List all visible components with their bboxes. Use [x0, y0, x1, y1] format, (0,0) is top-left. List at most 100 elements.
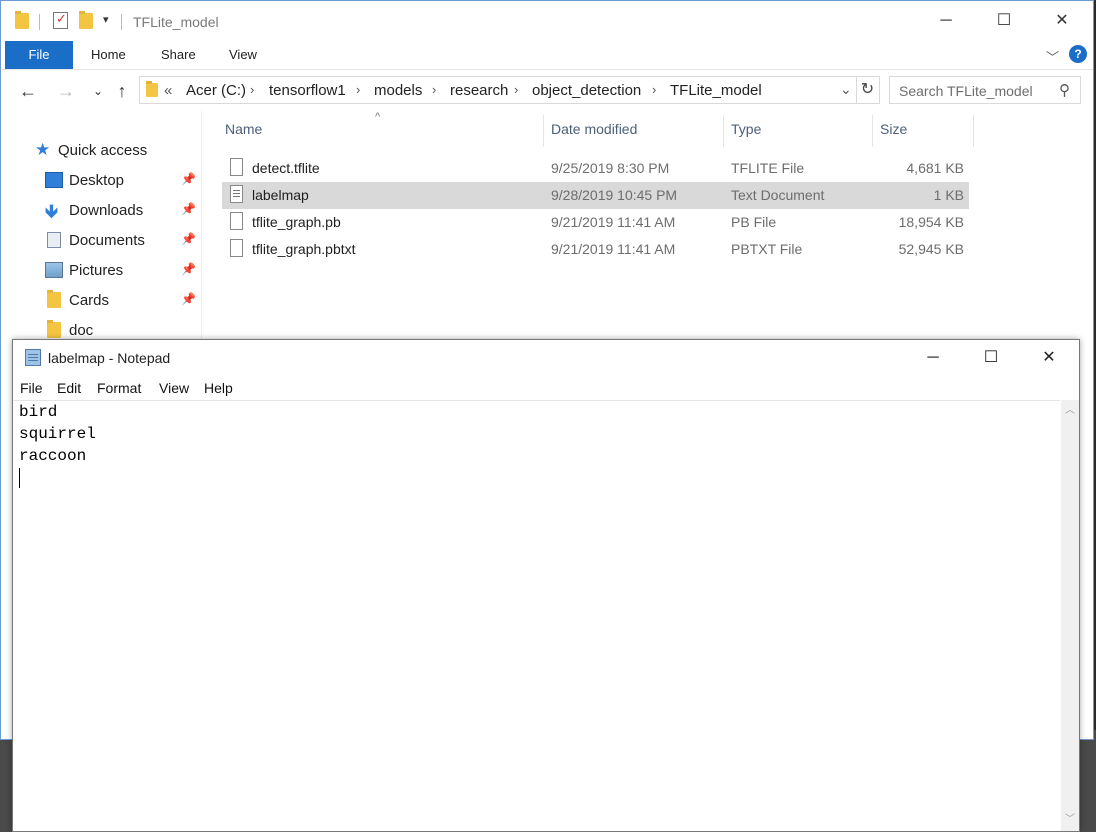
- nav-item-label: Downloads: [69, 202, 144, 219]
- file-size: 1 KB: [933, 187, 964, 203]
- nav-item-cards[interactable]: Cards 📌: [1, 286, 201, 314]
- nav-item-quick-access[interactable]: ★ Quick access: [1, 136, 201, 164]
- file-date: 9/21/2019 11:41 AM: [551, 214, 676, 230]
- file-name: tflite_graph.pb: [252, 214, 341, 230]
- file-size: 4,681 KB: [906, 160, 964, 176]
- file-row[interactable]: tflite_graph.pbtxt 9/21/2019 11:41 AM PB…: [222, 236, 969, 263]
- notepad-title: labelmap - Notepad: [48, 350, 171, 366]
- file-type: PBTXT File: [731, 241, 803, 257]
- file-size: 52,945 KB: [898, 241, 964, 257]
- maximize-button[interactable]: ☐: [962, 340, 1020, 376]
- pin-icon[interactable]: 📌: [181, 172, 196, 186]
- breadcrumb-models[interactable]: models: [374, 82, 422, 99]
- tab-file[interactable]: File: [5, 41, 73, 69]
- file-date: 9/28/2019 10:45 PM: [551, 187, 678, 203]
- breadcrumb-separator-icon[interactable]: ›: [250, 82, 254, 97]
- breadcrumb-drive[interactable]: Acer (C:): [186, 82, 246, 99]
- maximize-button[interactable]: ☐: [975, 1, 1033, 41]
- notepad-window: labelmap - Notepad ─ ☐ ✕ File Edit Forma…: [12, 339, 1080, 832]
- file-row-selected[interactable]: labelmap 9/28/2019 10:45 PM Text Documen…: [222, 182, 969, 209]
- text-editor[interactable]: bird squirrel raccoon: [13, 400, 1060, 832]
- column-header-size[interactable]: Size: [880, 121, 907, 137]
- pin-icon[interactable]: 📌: [181, 262, 196, 276]
- file-row[interactable]: tflite_graph.pb 9/21/2019 11:41 AM PB Fi…: [222, 209, 969, 236]
- breadcrumb-current[interactable]: TFLite_model: [670, 82, 762, 99]
- breadcrumb-tensorflow1[interactable]: tensorflow1: [269, 82, 346, 99]
- scroll-up-arrow-icon[interactable]: ︿: [1061, 402, 1079, 420]
- text-caret: [19, 468, 20, 488]
- navigation-pane: ★ Quick access Desktop 📌 🡻 Downloads 📌 D…: [1, 111, 202, 341]
- tab-home[interactable]: Home: [91, 41, 126, 69]
- file-icon: [230, 239, 243, 257]
- close-button[interactable]: ✕: [1033, 1, 1091, 41]
- minimize-button[interactable]: ─: [917, 1, 975, 41]
- file-size: 18,954 KB: [898, 214, 964, 230]
- pin-icon[interactable]: 📌: [181, 202, 196, 216]
- column-header-date[interactable]: Date modified: [551, 121, 637, 137]
- menu-view[interactable]: View: [159, 380, 189, 396]
- pin-icon[interactable]: 📌: [181, 292, 196, 306]
- tab-view[interactable]: View: [229, 41, 257, 69]
- help-button[interactable]: ?: [1069, 45, 1087, 63]
- file-row[interactable]: detect.tflite 9/25/2019 8:30 PM TFLITE F…: [222, 155, 969, 182]
- folder-icon: [15, 11, 29, 29]
- nav-item-downloads[interactable]: 🡻 Downloads 📌: [1, 196, 201, 224]
- menu-format[interactable]: Format: [97, 380, 141, 396]
- notepad-menu-bar: File Edit Format View Help: [13, 376, 1079, 400]
- back-arrow-icon[interactable]: ←: [17, 80, 39, 102]
- breadcrumb-research[interactable]: research: [450, 82, 508, 99]
- vertical-scrollbar[interactable]: ︿ ﹀: [1061, 400, 1079, 831]
- documents-icon: [47, 232, 61, 248]
- nav-item-documents[interactable]: Documents 📌: [1, 226, 201, 254]
- file-type: TFLITE File: [731, 160, 805, 176]
- breadcrumb-separator-icon[interactable]: ›: [432, 82, 436, 97]
- address-bar[interactable]: « Acer (C:) › tensorflow1 › models › res…: [139, 76, 857, 104]
- search-input[interactable]: Search TFLite_model ⚲: [889, 76, 1081, 104]
- file-date: 9/25/2019 8:30 PM: [551, 160, 670, 176]
- scroll-down-arrow-icon[interactable]: ﹀: [1061, 811, 1079, 829]
- star-icon: ★: [35, 140, 51, 159]
- forward-arrow-icon[interactable]: →: [55, 80, 77, 102]
- close-button[interactable]: ✕: [1020, 340, 1078, 376]
- pin-icon[interactable]: 📌: [181, 232, 196, 246]
- text-line: squirrel: [19, 425, 96, 443]
- search-placeholder: Search TFLite_model: [899, 83, 1033, 99]
- recent-locations-chevron-icon[interactable]: ⌄: [87, 80, 109, 102]
- file-name: detect.tflite: [252, 160, 320, 176]
- column-header-name[interactable]: Name: [225, 121, 262, 137]
- menu-help[interactable]: Help: [204, 380, 233, 396]
- breadcrumb-separator-icon[interactable]: ›: [514, 82, 518, 97]
- text-line: raccoon: [19, 447, 87, 465]
- breadcrumb-separator-icon[interactable]: ›: [356, 82, 360, 97]
- nav-item-desktop[interactable]: Desktop 📌: [1, 166, 201, 194]
- menu-edit[interactable]: Edit: [57, 380, 81, 396]
- text-line: bird: [19, 403, 58, 421]
- desktop-icon: [45, 172, 63, 188]
- minimize-button[interactable]: ─: [904, 340, 962, 376]
- file-date: 9/21/2019 11:41 AM: [551, 241, 676, 257]
- tab-share[interactable]: Share: [161, 41, 196, 69]
- new-folder-icon[interactable]: [79, 11, 93, 29]
- properties-check-icon[interactable]: ✓: [53, 11, 68, 29]
- menu-file[interactable]: File: [20, 380, 43, 396]
- folder-icon: [47, 290, 61, 308]
- customize-toolbar-chevron-icon[interactable]: ▾: [103, 13, 109, 26]
- navigation-bar: ← → ⌄ ↑ « Acer (C:) › tensorflow1 › mode…: [1, 71, 1093, 111]
- up-arrow-icon[interactable]: ↑: [111, 80, 133, 102]
- sort-ascending-icon: ^: [375, 111, 381, 123]
- file-name: labelmap: [252, 187, 309, 203]
- notepad-titlebar: labelmap - Notepad ─ ☐ ✕: [13, 340, 1079, 376]
- download-arrow-icon: 🡻: [45, 201, 58, 221]
- column-header-type[interactable]: Type: [731, 121, 761, 137]
- refresh-icon[interactable]: ↻: [856, 76, 880, 104]
- nav-item-label: Desktop: [69, 172, 125, 189]
- nav-item-label: Pictures: [69, 262, 124, 279]
- breadcrumb-object-detection[interactable]: object_detection: [532, 82, 641, 99]
- address-dropdown-chevron-icon[interactable]: ⌄: [840, 81, 852, 98]
- folder-icon: [146, 81, 158, 97]
- breadcrumb-overflow[interactable]: «: [164, 82, 172, 99]
- expand-ribbon-chevron-icon[interactable]: ﹀: [1046, 47, 1059, 66]
- window-title: TFLite_model: [133, 14, 219, 30]
- nav-item-pictures[interactable]: Pictures 📌: [1, 256, 201, 284]
- breadcrumb-separator-icon[interactable]: ›: [652, 82, 656, 97]
